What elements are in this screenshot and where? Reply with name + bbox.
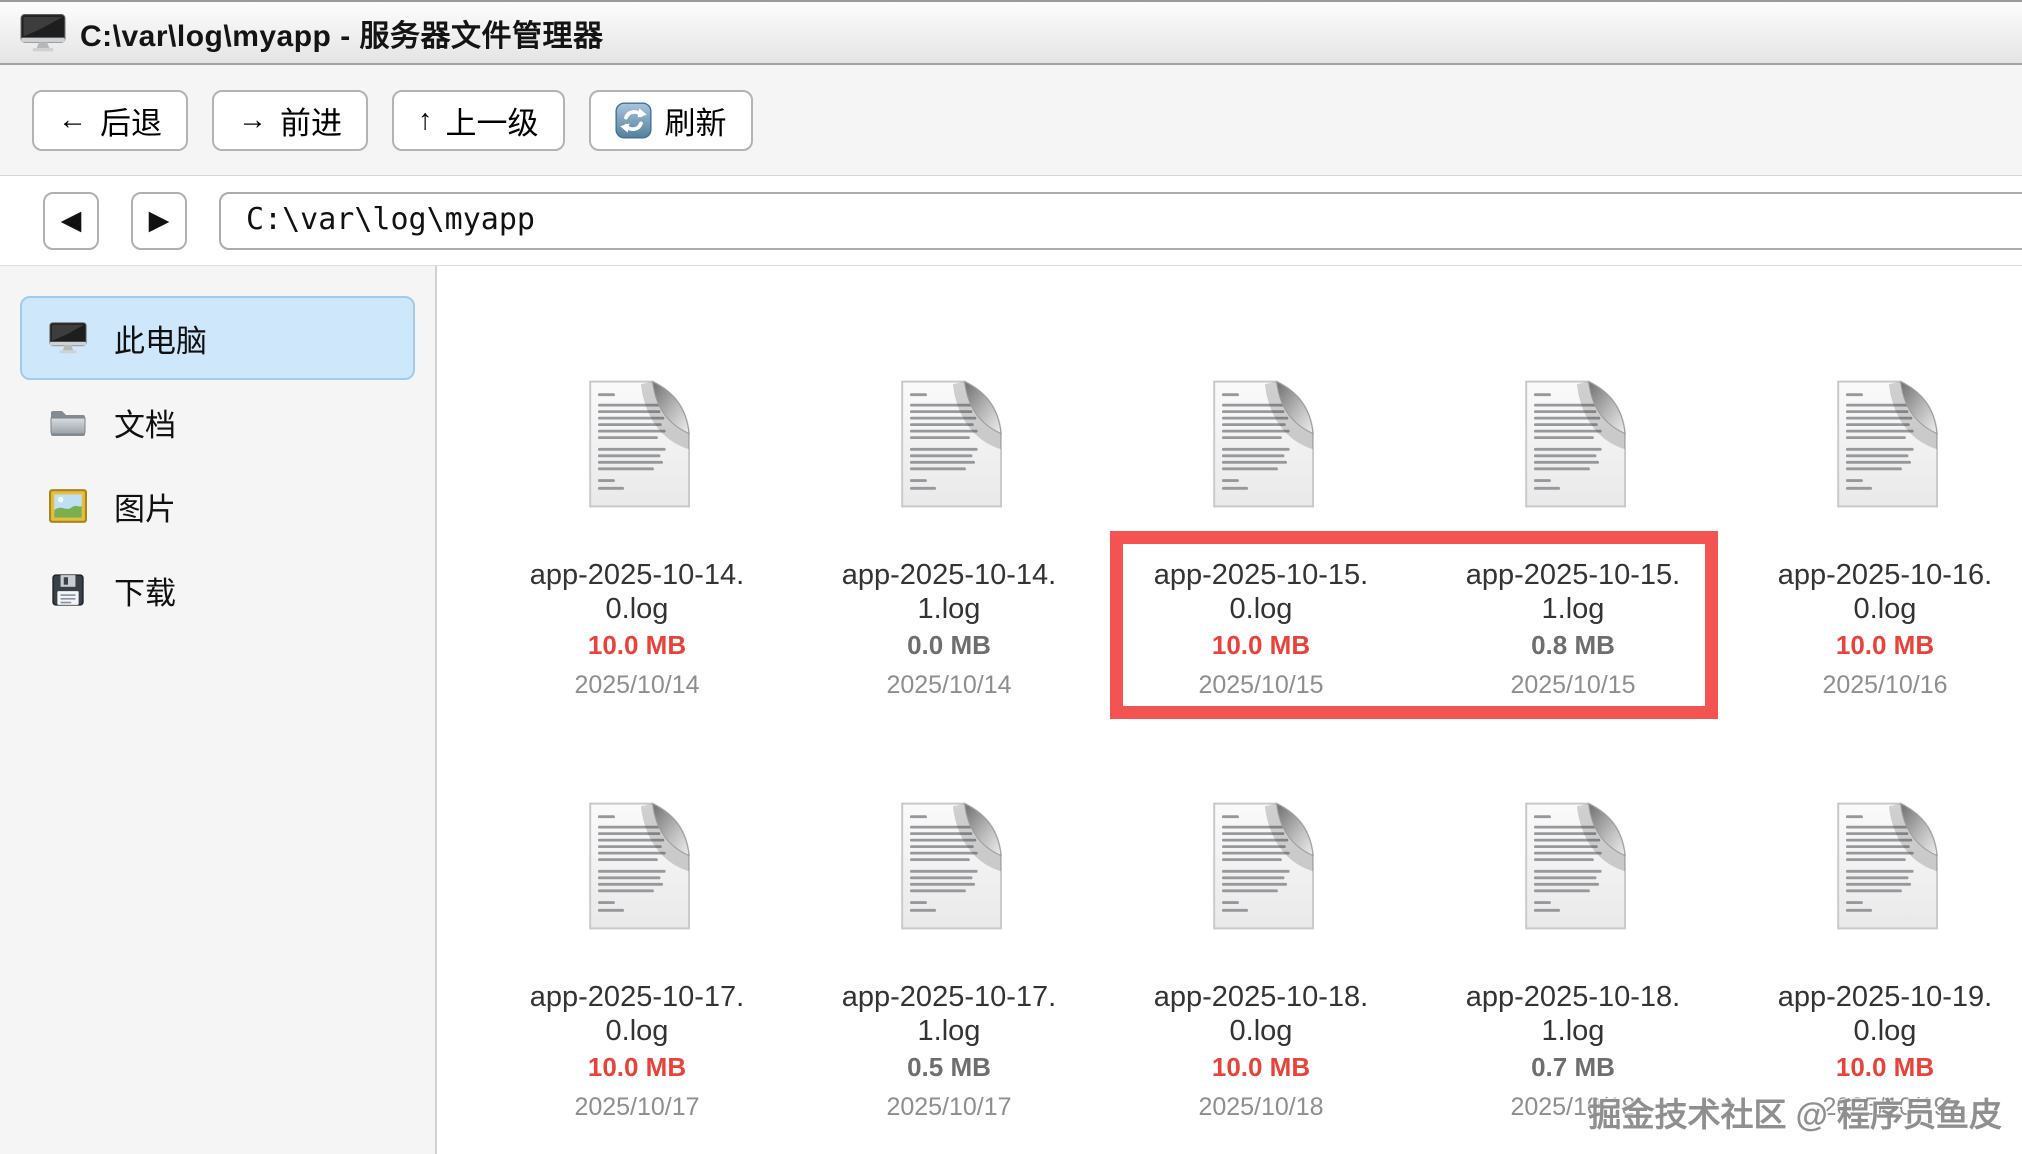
address-bar: ◀ ▶ bbox=[0, 176, 2022, 266]
back-button-label: 后退 bbox=[100, 98, 162, 143]
file-size: 10.0 MB bbox=[1212, 1052, 1310, 1083]
refresh-icon bbox=[615, 102, 652, 139]
file-date: 2025/10/17 bbox=[886, 1093, 1011, 1122]
file-size: 10.0 MB bbox=[588, 630, 686, 661]
document-icon bbox=[1196, 798, 1326, 934]
forward-button[interactable]: → 前进 bbox=[212, 90, 368, 151]
file-area: app-2025-10-14. 0.log 10.0 MB 2025/10/14… bbox=[437, 266, 2022, 1154]
sidebar-item-label: 文档 bbox=[114, 400, 176, 445]
file-name: app-2025-10-17. 0.log bbox=[530, 980, 744, 1048]
left-arrow-icon: ← bbox=[58, 106, 87, 135]
toolbar: ← 后退 → 前进 ↑ 上一级 刷新 bbox=[0, 65, 2022, 176]
file-date: 2025/10/18 bbox=[1198, 1093, 1323, 1122]
file-name: app-2025-10-17. 1.log bbox=[842, 980, 1056, 1048]
file-name: app-2025-10-15. 0.log bbox=[1154, 558, 1368, 626]
computer-icon bbox=[49, 321, 87, 355]
file-date: 2025/10/14 bbox=[886, 671, 1011, 700]
file-item[interactable]: app-2025-10-17. 1.log 0.5 MB 2025/10/17 bbox=[793, 798, 1105, 1122]
back-button[interactable]: ← 后退 bbox=[32, 90, 188, 151]
document-icon bbox=[1820, 376, 1950, 512]
up-arrow-icon: ↑ bbox=[418, 106, 433, 135]
forward-button-label: 前进 bbox=[280, 98, 342, 143]
computer-icon bbox=[20, 13, 66, 53]
file-size: 0.0 MB bbox=[907, 630, 991, 661]
left-triangle-icon: ◀ bbox=[61, 205, 82, 236]
file-date: 2025/10/15 bbox=[1198, 671, 1323, 700]
document-icon bbox=[1508, 798, 1638, 934]
file-size: 10.0 MB bbox=[1212, 630, 1310, 661]
folder-icon bbox=[49, 405, 87, 439]
file-item[interactable]: app-2025-10-15. 1.log 0.8 MB 2025/10/15 bbox=[1417, 376, 1729, 700]
sidebar-item-picture[interactable]: 图片 bbox=[20, 464, 415, 548]
right-arrow-icon: → bbox=[238, 106, 267, 135]
sidebar-item-label: 图片 bbox=[114, 484, 176, 529]
file-name: app-2025-10-14. 0.log bbox=[530, 558, 744, 626]
up-level-button-label: 上一级 bbox=[446, 98, 539, 143]
file-name: app-2025-10-14. 1.log bbox=[842, 558, 1056, 626]
file-size: 10.0 MB bbox=[588, 1052, 686, 1083]
refresh-button[interactable]: 刷新 bbox=[589, 90, 753, 151]
file-size: 10.0 MB bbox=[1836, 630, 1934, 661]
sidebar-item-label: 下载 bbox=[114, 568, 176, 613]
file-date: 2025/10/19 bbox=[1822, 1093, 1947, 1122]
sidebar-item-floppy[interactable]: 下载 bbox=[20, 548, 415, 632]
file-manager-window: C:\var\log\myapp - 服务器文件管理器 ← 后退 → 前进 ↑ … bbox=[0, 0, 2022, 1154]
file-name: app-2025-10-15. 1.log bbox=[1466, 558, 1680, 626]
file-item[interactable]: app-2025-10-18. 1.log 0.7 MB 2025/10/18 bbox=[1417, 798, 1729, 1122]
document-icon bbox=[884, 798, 1014, 934]
path-input[interactable] bbox=[219, 192, 2022, 250]
sidebar-item-folder[interactable]: 文档 bbox=[20, 380, 415, 464]
file-name: app-2025-10-16. 0.log bbox=[1778, 558, 1992, 626]
document-icon bbox=[1820, 798, 1950, 934]
document-icon bbox=[572, 376, 702, 512]
file-name: app-2025-10-18. 0.log bbox=[1154, 980, 1368, 1048]
floppy-icon bbox=[49, 573, 87, 607]
file-item[interactable]: app-2025-10-15. 0.log 10.0 MB 2025/10/15 bbox=[1105, 376, 1417, 700]
file-item[interactable]: app-2025-10-19. 0.log 10.0 MB 2025/10/19 bbox=[1729, 798, 2022, 1122]
document-icon bbox=[884, 376, 1014, 512]
nav-back-button[interactable]: ◀ bbox=[43, 192, 99, 250]
right-triangle-icon: ▶ bbox=[149, 205, 170, 236]
file-item[interactable]: app-2025-10-14. 1.log 0.0 MB 2025/10/14 bbox=[793, 376, 1105, 700]
picture-icon bbox=[49, 489, 87, 523]
file-item[interactable]: app-2025-10-14. 0.log 10.0 MB 2025/10/14 bbox=[481, 376, 793, 700]
file-size: 10.0 MB bbox=[1836, 1052, 1934, 1083]
file-item[interactable]: app-2025-10-17. 0.log 10.0 MB 2025/10/17 bbox=[481, 798, 793, 1122]
sidebar: 此电脑 文档 图片 下载 bbox=[0, 266, 437, 1154]
document-icon bbox=[572, 798, 702, 934]
up-level-button[interactable]: ↑ 上一级 bbox=[392, 90, 565, 151]
file-size: 0.5 MB bbox=[907, 1052, 991, 1083]
file-date: 2025/10/18 bbox=[1510, 1093, 1635, 1122]
file-name: app-2025-10-19. 0.log bbox=[1778, 980, 1992, 1048]
window-title: C:\var\log\myapp - 服务器文件管理器 bbox=[80, 11, 604, 55]
file-item[interactable]: app-2025-10-16. 0.log 10.0 MB 2025/10/16 bbox=[1729, 376, 2022, 700]
file-date: 2025/10/16 bbox=[1822, 671, 1947, 700]
file-size: 0.7 MB bbox=[1531, 1052, 1615, 1083]
file-name: app-2025-10-18. 1.log bbox=[1466, 980, 1680, 1048]
file-date: 2025/10/15 bbox=[1510, 671, 1635, 700]
file-item[interactable]: app-2025-10-18. 0.log 10.0 MB 2025/10/18 bbox=[1105, 798, 1417, 1122]
title-bar: C:\var\log\myapp - 服务器文件管理器 bbox=[0, 2, 2022, 65]
sidebar-item-computer[interactable]: 此电脑 bbox=[20, 296, 415, 380]
file-size: 0.8 MB bbox=[1531, 630, 1615, 661]
file-date: 2025/10/17 bbox=[574, 1093, 699, 1122]
file-grid: app-2025-10-14. 0.log 10.0 MB 2025/10/14… bbox=[437, 266, 2022, 1122]
document-icon bbox=[1196, 376, 1326, 512]
file-date: 2025/10/14 bbox=[574, 671, 699, 700]
sidebar-item-label: 此电脑 bbox=[114, 316, 207, 361]
nav-forward-button[interactable]: ▶ bbox=[131, 192, 187, 250]
document-icon bbox=[1508, 376, 1638, 512]
refresh-button-label: 刷新 bbox=[665, 98, 727, 143]
